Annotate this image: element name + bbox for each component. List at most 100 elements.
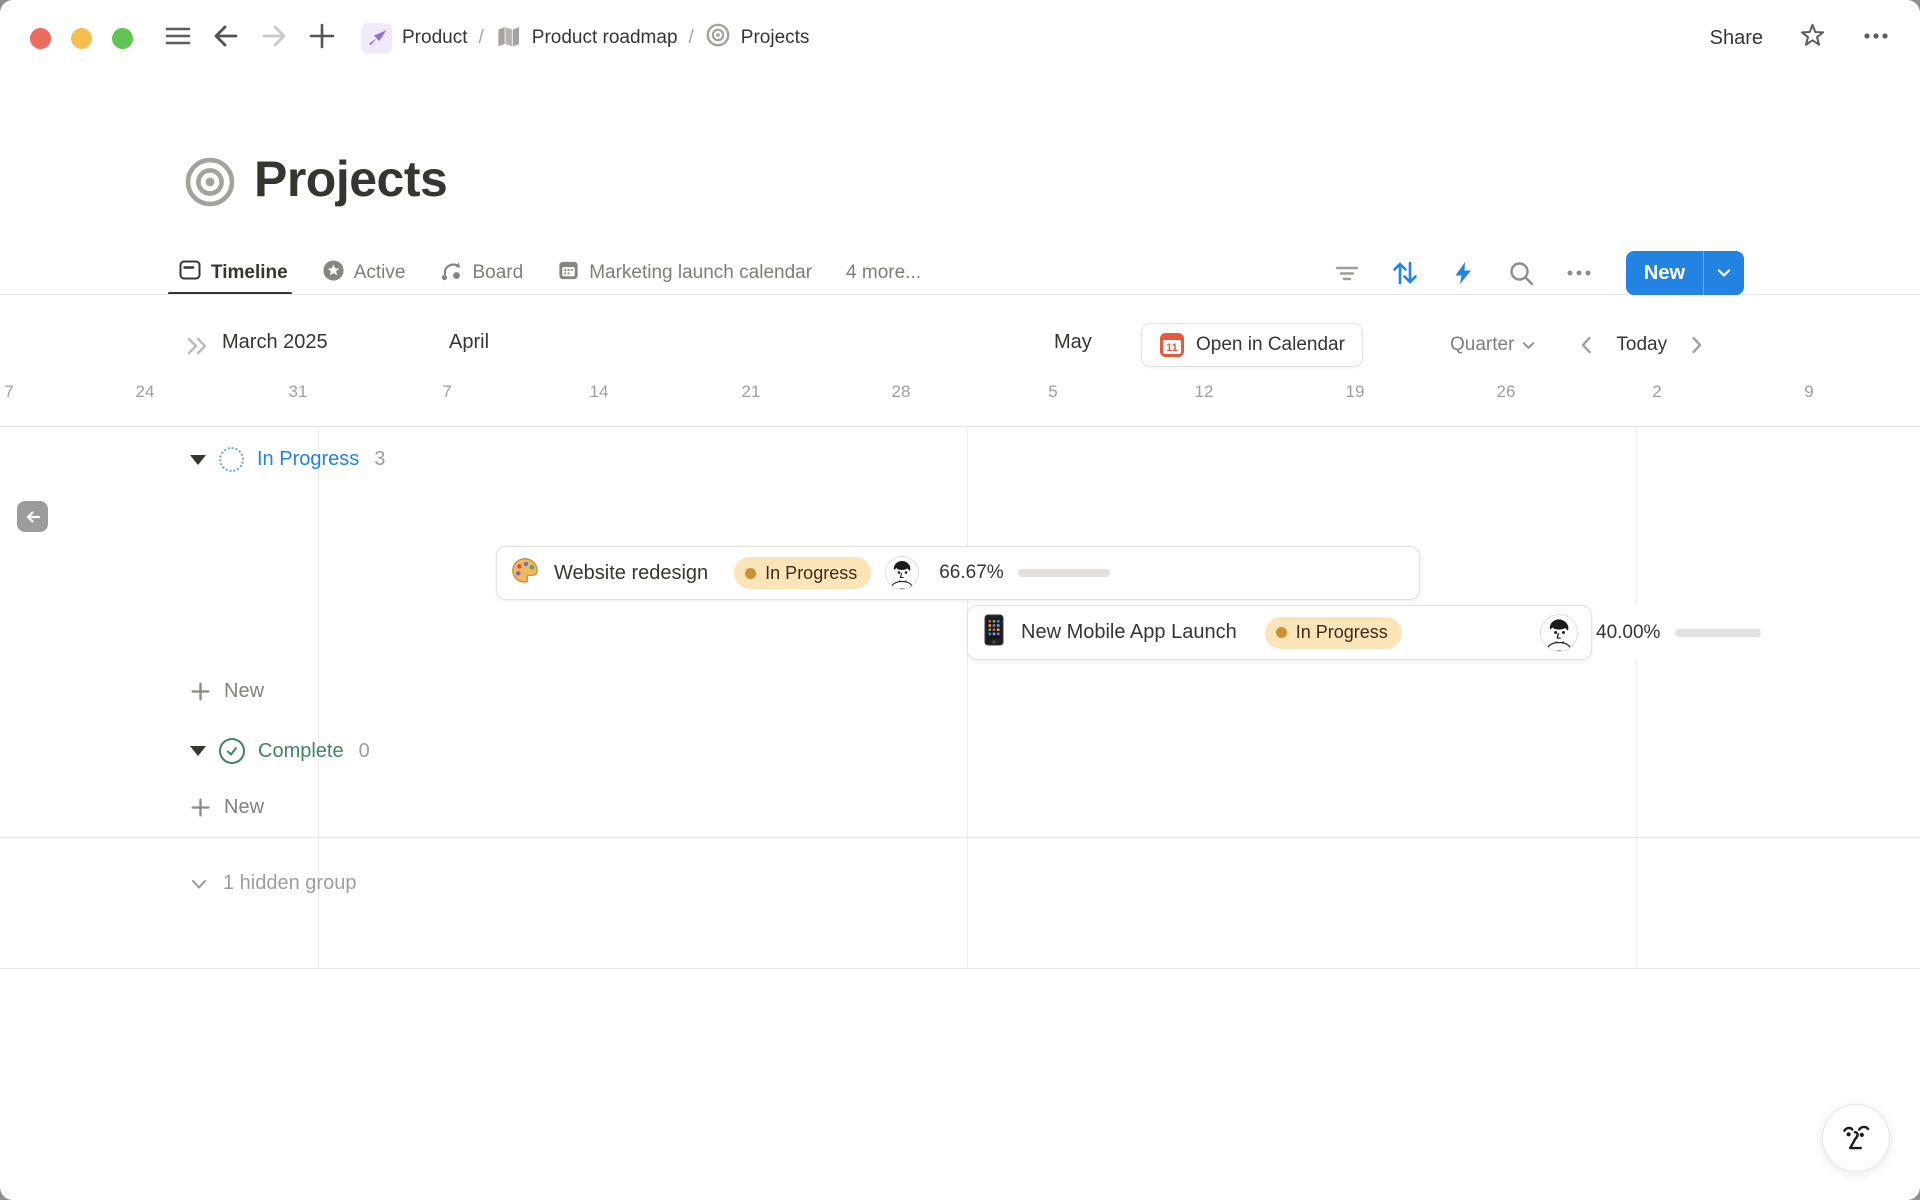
minimize-window-button[interactable] [71,28,92,49]
ellipsis-icon[interactable] [1564,258,1594,288]
group-header-in-progress[interactable]: In Progress 3 [190,447,385,472]
forward-button[interactable] [257,21,291,55]
date-tick: 26 [1497,382,1516,402]
date-tick: 24 [136,382,155,402]
hidden-group-label: 1 hidden group [223,872,356,895]
forward-arrow-icon [258,20,290,57]
collapse-caret-icon[interactable] [190,455,206,465]
star-circle-icon [322,259,345,288]
breadcrumb-separator: / [689,27,694,49]
hamburger-icon [163,21,193,56]
task-bar-new-mobile-app-launch[interactable]: New Mobile App Launch In Progress [967,605,1592,660]
next-period-button[interactable] [1688,335,1705,355]
share-button[interactable]: Share [1710,27,1763,50]
tab-timeline[interactable]: Timeline [178,251,288,295]
back-button[interactable] [209,21,243,55]
filter-icon[interactable] [1332,258,1362,288]
hidden-group-toggle[interactable]: 1 hidden group [188,872,356,895]
palette-emoji [510,556,540,591]
breadcrumb-item-projects[interactable]: Projects [705,22,810,54]
group-name: In Progress [257,448,359,471]
add-new-task-button[interactable]: New [190,680,264,703]
status-badge[interactable]: In Progress [734,557,871,589]
plus-icon [307,21,337,56]
titlebar-actions: Share [1710,22,1890,55]
chevron-right-icon [1688,335,1705,355]
month-label-may[interactable]: May [1054,331,1092,354]
breadcrumb-item-product[interactable]: Product [361,23,467,54]
date-tick: 14 [590,382,609,402]
date-tick: 5 [1048,382,1057,402]
notion-ai-button[interactable] [1822,1104,1890,1172]
group-count: 0 [359,740,370,763]
sidebar-menu-button[interactable] [161,21,195,55]
status-dot-icon [745,568,756,579]
favorite-star-icon[interactable] [1799,22,1826,54]
zoom-level-select[interactable]: Quarter [1450,334,1536,356]
date-axis: 7 24 31 7 14 21 28 5 12 19 26 2 9 [0,382,1920,408]
zoom-window-button[interactable] [112,28,133,49]
month-label-april[interactable]: April [449,331,489,354]
close-window-button[interactable] [30,28,51,49]
group-header-complete[interactable]: Complete 0 [190,738,370,764]
new-button-group: New [1626,251,1744,295]
date-tick: 21 [742,382,761,402]
status-badge[interactable]: In Progress [1265,617,1402,649]
breadcrumb-label: Product roadmap [532,27,678,49]
date-tick: 7 [442,382,451,402]
open-in-calendar-button[interactable]: 11 Open in Calendar [1141,323,1363,367]
today-button[interactable]: Today [1616,334,1667,356]
notion-window: Product / Product roadmap / Projects Sha… [0,0,1920,1200]
lightning-icon[interactable] [1448,258,1478,288]
month-label-march[interactable]: March 2025 [222,331,328,354]
timeline-range-controls: Quarter Today [1450,323,1705,367]
progress-percent: 66.67% [939,562,1003,584]
more-options-icon[interactable] [1862,22,1890,55]
new-button[interactable]: New [1626,251,1703,295]
tab-active[interactable]: Active [322,251,406,295]
zoom-level-value: Quarter [1450,334,1514,356]
breadcrumb-label: Product [402,27,467,49]
date-tick: 9 [1804,382,1813,402]
progress-bar [1675,629,1761,637]
new-page-button[interactable] [305,21,339,55]
page-title: Projects [254,150,447,208]
calendar-red-icon: 11 [1159,332,1185,358]
search-icon[interactable] [1506,258,1536,288]
prev-period-button[interactable] [1578,335,1595,355]
group-name: Complete [258,740,344,763]
mobile-phone-emoji [981,614,1007,651]
new-dropdown-button[interactable] [1704,251,1744,295]
task2-progress-readout: 40.00% [1596,605,1765,660]
sort-icon[interactable] [1390,258,1420,288]
status-label: In Progress [765,563,857,584]
timeline-header-divider [0,426,1920,427]
task-title: New Mobile App Launch [1021,621,1237,644]
progress-bar [1018,569,1110,577]
open-in-calendar-label: Open in Calendar [1196,334,1345,356]
assignee-avatar[interactable] [1540,614,1578,652]
scroll-months-icon[interactable] [185,335,209,362]
scroll-left-button[interactable] [17,501,48,532]
breadcrumb-item-product-roadmap[interactable]: Product roadmap [495,22,678,55]
tab-label: Timeline [211,262,288,284]
date-tick: 31 [289,382,308,402]
breadcrumb: Product / Product roadmap / Projects [361,22,809,55]
tab-label: Board [472,262,523,284]
task-title: Website redesign [554,562,708,585]
check-circle-icon [219,738,245,764]
tab-more-views[interactable]: 4 more... [846,251,921,295]
page-target-icon[interactable] [183,155,237,214]
tab-board[interactable]: Board [439,251,523,295]
task-bar-website-redesign[interactable]: Website redesign In Progress 66.67% [496,546,1420,600]
map-icon [495,22,522,55]
board-flow-icon [439,258,463,288]
calendar-view-icon [557,259,580,288]
collapse-caret-icon[interactable] [190,746,206,756]
view-tabs: Timeline Active Board Marketing launch c… [178,251,921,295]
tab-marketing-launch-calendar[interactable]: Marketing launch calendar [557,251,812,295]
chevron-left-icon [1578,335,1595,355]
svg-text:11: 11 [1166,342,1178,354]
assignee-avatar[interactable] [885,556,919,590]
add-new-task-button[interactable]: New [190,796,264,819]
